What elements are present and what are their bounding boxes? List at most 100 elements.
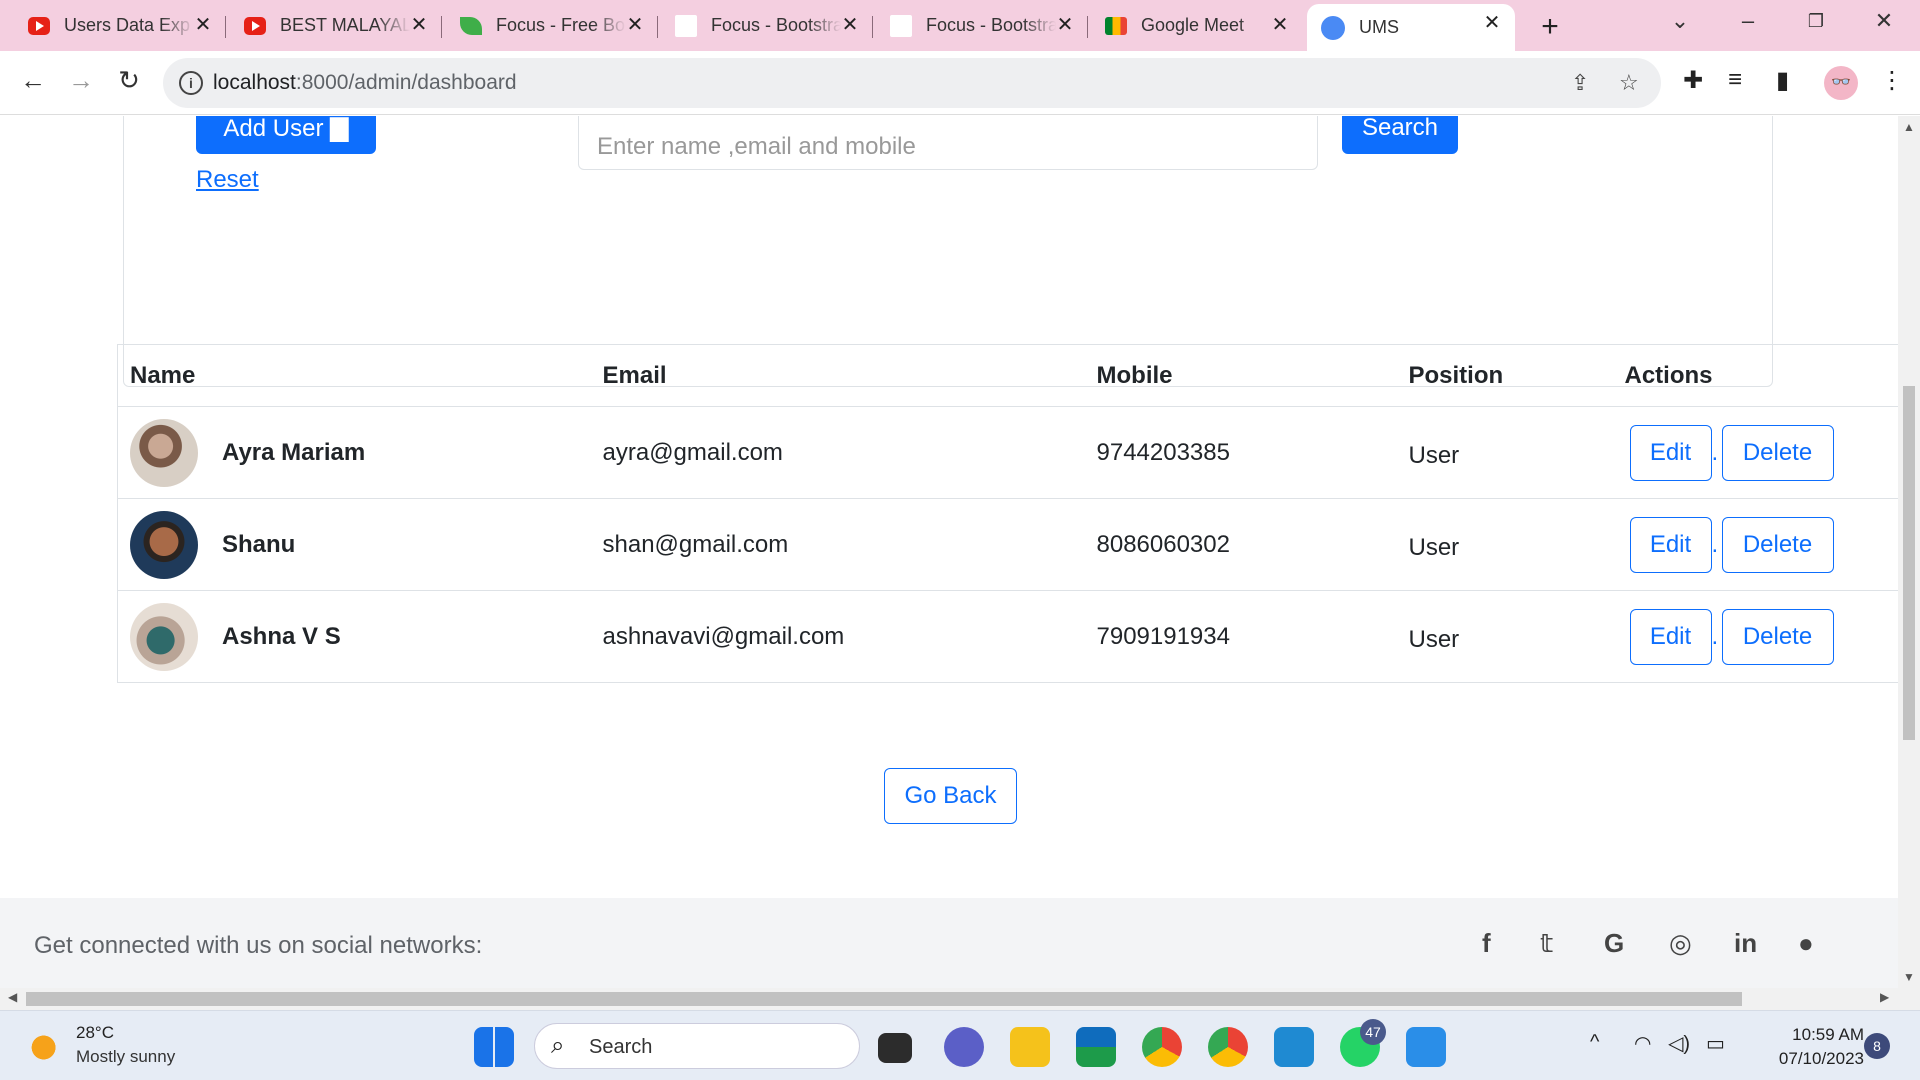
user-email: shan@gmail.com xyxy=(590,498,1085,591)
tab-best-malayalam[interactable]: BEST MALAYALAM ✕ xyxy=(216,6,442,45)
horizontal-scrollbar-thumb[interactable] xyxy=(26,992,1742,1006)
youtube-icon xyxy=(244,16,266,35)
vertical-scrollbar-thumb[interactable] xyxy=(1903,386,1915,740)
bookmark-star-icon[interactable]: ☆ xyxy=(1619,70,1639,96)
close-icon[interactable]: ✕ xyxy=(408,14,430,36)
linkedin-icon[interactable]: in xyxy=(1734,928,1757,959)
twitter-icon[interactable]: 𝕥 xyxy=(1540,928,1553,959)
show-hidden-icons-chevron-icon[interactable]: ^ xyxy=(1590,1031,1599,1054)
user-position: User xyxy=(1396,406,1613,499)
close-icon[interactable]: ✕ xyxy=(1269,14,1291,36)
reset-link[interactable]: Reset xyxy=(196,166,259,194)
google-icon[interactable]: G xyxy=(1604,928,1624,959)
tab-google-meet[interactable]: Google Meet ✕ xyxy=(1077,6,1303,45)
edit-button[interactable]: Edit xyxy=(1629,424,1712,481)
vscode-icon[interactable] xyxy=(1274,1027,1314,1067)
weather-description[interactable]: Mostly sunny xyxy=(76,1047,175,1067)
blank-page-icon xyxy=(675,14,697,37)
facebook-icon[interactable]: f xyxy=(1482,928,1491,959)
scroll-right-arrow-icon[interactable]: ▶ xyxy=(1880,990,1889,1004)
chrome-menu-icon[interactable]: ⋮ xyxy=(1880,66,1904,95)
minimize-icon[interactable]: – xyxy=(1733,8,1763,34)
taskbar-search-box[interactable]: ⌕ Search xyxy=(534,1023,860,1069)
clock[interactable]: 10:59 AM 07/10/2023 xyxy=(1779,1023,1864,1071)
microsoft-store-icon[interactable] xyxy=(1076,1027,1116,1067)
chrome-icon[interactable] xyxy=(1142,1027,1182,1067)
weather-temperature[interactable]: 28°C xyxy=(76,1023,114,1043)
google-meet-icon xyxy=(1105,16,1127,35)
back-arrow-icon[interactable]: ← xyxy=(16,65,50,96)
tab-users-data[interactable]: Users Data Exp ✕ xyxy=(0,6,226,45)
table-header-row: Name Email Mobile Position Actions xyxy=(117,344,1898,407)
tab-search-chevron-icon[interactable]: ⌄ xyxy=(1665,8,1695,34)
photos-icon[interactable] xyxy=(1406,1027,1446,1067)
search-input[interactable]: Enter name ,email and mobile xyxy=(578,116,1318,170)
edit-button[interactable]: Edit xyxy=(1629,608,1712,665)
actions-cell: Edit. Delete xyxy=(1612,498,1898,591)
tab-focus-bootstrap-2[interactable]: Focus - Bootstrap ✕ xyxy=(862,6,1088,45)
site-info-icon[interactable]: i xyxy=(179,71,203,95)
scroll-left-arrow-icon[interactable]: ◀ xyxy=(8,990,17,1004)
tab-focus-bootstrap-1[interactable]: Focus - Bootstrap ✕ xyxy=(647,6,873,45)
extensions-puzzle-icon[interactable]: ✚ xyxy=(1683,66,1703,95)
users-table: Name Email Mobile Position Actions Ayra … xyxy=(117,344,1898,683)
tab-title: Focus - Free Bootstrap xyxy=(496,15,626,35)
windows-start-icon[interactable] xyxy=(474,1027,514,1067)
close-icon[interactable]: ✕ xyxy=(624,14,646,36)
delete-button[interactable]: Delete xyxy=(1721,516,1834,573)
footer: Get connected with us on social networks… xyxy=(0,898,1898,988)
share-icon[interactable]: ⇪ xyxy=(1571,70,1589,96)
restore-icon[interactable]: ❐ xyxy=(1801,11,1831,32)
edit-button[interactable]: Edit xyxy=(1629,516,1712,573)
column-header-actions: Actions xyxy=(1612,344,1898,407)
notification-count-badge[interactable]: 8 xyxy=(1864,1033,1890,1059)
close-icon[interactable]: ✕ xyxy=(1054,14,1076,36)
teams-chat-icon[interactable] xyxy=(944,1027,984,1067)
tab-title: Focus - Bootstrap xyxy=(926,15,1056,35)
github-icon[interactable]: ● xyxy=(1798,928,1814,959)
media-queue-icon[interactable]: ≡ xyxy=(1728,66,1742,94)
delete-button[interactable]: Delete xyxy=(1721,608,1834,665)
actions-cell: Edit. Delete xyxy=(1612,406,1898,499)
vertical-scrollbar[interactable]: ▲ ▼ xyxy=(1898,116,1920,988)
side-panel-icon[interactable]: ▮ xyxy=(1776,66,1789,95)
task-view-icon[interactable] xyxy=(878,1033,912,1063)
scroll-down-arrow-icon[interactable]: ▼ xyxy=(1903,970,1915,984)
column-header-position: Position xyxy=(1396,344,1613,407)
profile-avatar[interactable]: 👓 xyxy=(1824,66,1858,100)
scroll-up-arrow-icon[interactable]: ▲ xyxy=(1903,120,1915,134)
forward-arrow-icon[interactable]: → xyxy=(64,65,98,96)
address-bar[interactable]: i localhost:8000/admin/dashboard ⇪ ☆ xyxy=(163,58,1661,108)
delete-button[interactable]: Delete xyxy=(1721,424,1834,481)
close-icon[interactable]: ✕ xyxy=(1481,12,1503,34)
volume-icon[interactable]: ◁) xyxy=(1668,1031,1690,1056)
battery-icon[interactable]: ▭ xyxy=(1706,1031,1725,1056)
search-icon: ⌕ xyxy=(551,1032,565,1059)
whatsapp-badge: 47 xyxy=(1360,1019,1386,1045)
url-text[interactable]: localhost:8000/admin/dashboard xyxy=(213,71,517,95)
add-user-button[interactable]: Add User ▇ xyxy=(196,116,376,154)
chrome-profile-icon[interactable] xyxy=(1208,1027,1248,1067)
footer-text: Get connected with us on social networks… xyxy=(34,932,483,959)
instagram-icon[interactable]: ◎ xyxy=(1669,928,1692,959)
user-name: Ayra Mariam xyxy=(222,438,366,466)
tab-title: Google Meet xyxy=(1141,15,1245,35)
window-close-icon[interactable]: ✕ xyxy=(1869,8,1899,34)
go-back-button[interactable]: Go Back xyxy=(884,768,1017,824)
wifi-icon[interactable]: ◠ xyxy=(1634,1031,1651,1056)
tab-title: UMS xyxy=(1359,17,1399,37)
search-button[interactable]: Search xyxy=(1342,116,1458,154)
tab-title: BEST MALAYALAM xyxy=(280,15,410,35)
close-icon[interactable]: ✕ xyxy=(839,14,861,36)
close-icon[interactable]: ✕ xyxy=(192,14,214,36)
tab-focus-free[interactable]: Focus - Free Bootstrap ✕ xyxy=(432,6,658,45)
file-explorer-icon[interactable] xyxy=(1010,1027,1050,1067)
weather-sun-icon[interactable] xyxy=(30,1031,64,1061)
reload-icon[interactable]: ↻ xyxy=(112,65,146,96)
tab-title: Focus - Bootstrap xyxy=(711,15,841,35)
avatar xyxy=(130,510,198,579)
user-position: User xyxy=(1396,498,1613,591)
tab-ums[interactable]: UMS ✕ xyxy=(1307,4,1515,51)
new-tab-plus-icon[interactable]: + xyxy=(1535,10,1565,44)
horizontal-scrollbar[interactable]: ◀ ▶ xyxy=(0,988,1920,1010)
